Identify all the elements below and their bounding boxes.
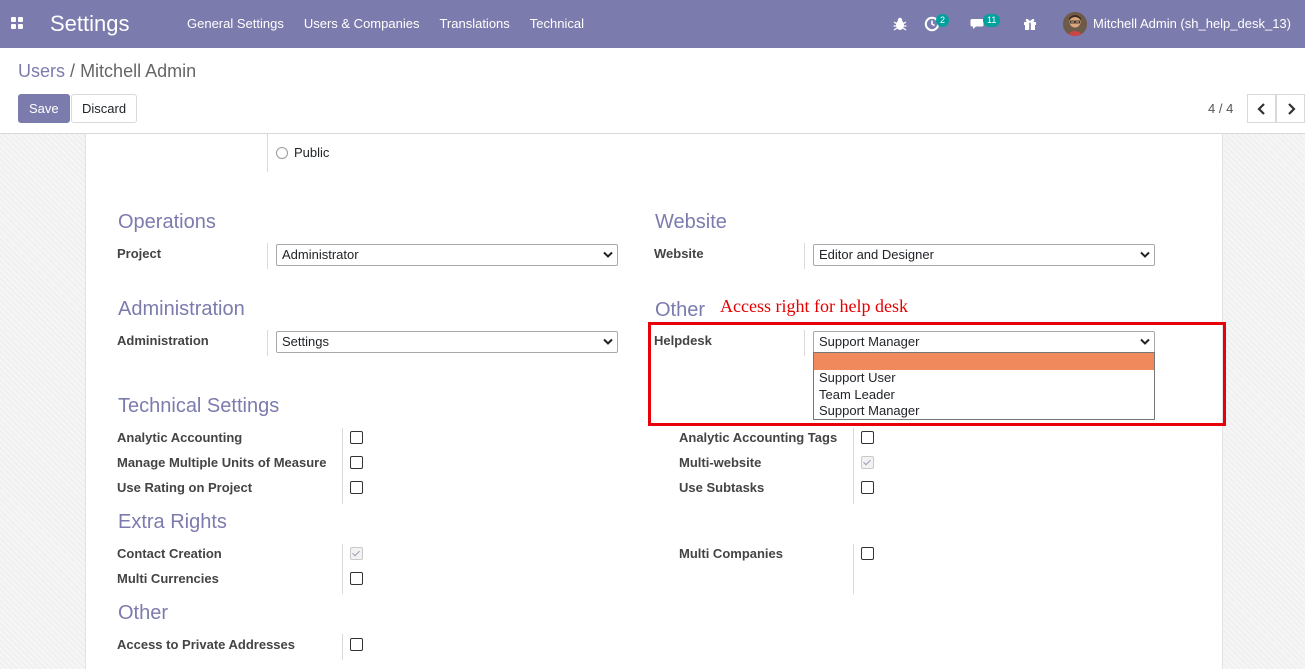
user-menu[interactable]: Mitchell Admin (sh_help_desk_13) <box>1093 0 1291 48</box>
user-avatar[interactable] <box>1063 12 1087 36</box>
technical-settings-heading: Technical Settings <box>118 395 280 417</box>
other-bottom-heading: Other <box>118 602 169 624</box>
analytic-tags-checkbox[interactable] <box>861 431 874 444</box>
field-separator <box>804 243 805 269</box>
field-separator <box>267 134 268 172</box>
contact-creation-checkbox[interactable] <box>350 547 363 560</box>
menu-translations[interactable]: Translations <box>429 0 519 48</box>
user-type-public-radio[interactable] <box>276 147 288 159</box>
project-label: Project <box>117 246 162 261</box>
use-subtasks-label: Use Subtasks <box>679 480 765 495</box>
field-separator <box>267 243 268 269</box>
extra-rights-heading: Extra Rights <box>118 511 227 533</box>
discard-button[interactable]: Discard <box>71 94 138 123</box>
website-heading: Website <box>655 211 727 233</box>
annotation-label: Access right for help desk <box>720 296 908 316</box>
website-select-value: Editor and Designer <box>819 247 934 262</box>
user-type-public-label: Public <box>294 145 330 160</box>
app-title: Settings <box>50 11 130 36</box>
project-select-value: Administrator <box>282 247 359 262</box>
website-select[interactable]: Editor and Designer <box>813 244 1155 266</box>
administration-select[interactable]: Settings <box>276 331 618 353</box>
pager-previous-button[interactable] <box>1247 94 1276 123</box>
menu-users-companies[interactable]: Users & Companies <box>294 0 430 48</box>
website-label: Website <box>654 246 704 261</box>
field-separator <box>853 428 854 504</box>
multiple-uom-label: Manage Multiple Units of Measure <box>117 455 327 470</box>
multi-companies-checkbox[interactable] <box>861 547 874 560</box>
chevron-down-icon <box>1140 251 1150 258</box>
other-heading: Other <box>655 299 706 321</box>
private-addresses-label: Access to Private Addresses <box>117 637 296 652</box>
multiple-uom-checkbox[interactable] <box>350 456 363 469</box>
annotation-highlight-box <box>648 322 1226 426</box>
chevron-right-icon <box>1288 103 1296 115</box>
messages-count-badge: 11 <box>983 14 1001 27</box>
field-separator <box>267 330 268 356</box>
gift-icon[interactable] <box>1022 16 1038 32</box>
breadcrumb: Users / Mitchell Admin <box>18 61 196 82</box>
control-panel: Users / Mitchell Admin Save Discard 4 / … <box>0 48 1305 134</box>
contact-creation-label: Contact Creation <box>117 546 222 561</box>
activity-count-badge: 2 <box>936 14 950 27</box>
multi-website-checkbox[interactable] <box>861 456 874 469</box>
menu-general-settings[interactable]: General Settings <box>177 0 294 48</box>
multi-website-label: Multi-website <box>679 455 762 470</box>
use-subtasks-checkbox[interactable] <box>861 481 874 494</box>
rating-on-project-label: Use Rating on Project <box>117 480 253 495</box>
multi-currencies-label: Multi Currencies <box>117 571 219 586</box>
breadcrumb-separator: / <box>70 61 76 81</box>
administration-select-value: Settings <box>282 334 329 349</box>
field-separator <box>853 544 854 594</box>
field-separator <box>342 428 343 504</box>
chevron-down-icon <box>603 338 613 345</box>
apps-menu-icon[interactable] <box>11 17 25 31</box>
project-select[interactable]: Administrator <box>276 244 618 266</box>
chevron-left-icon <box>1257 103 1265 115</box>
multi-currencies-checkbox[interactable] <box>350 572 363 585</box>
chevron-down-icon <box>603 251 613 258</box>
pager-next-button[interactable] <box>1276 94 1305 123</box>
operations-heading: Operations <box>118 211 216 233</box>
analytic-tags-label: Analytic Accounting Tags <box>679 430 838 445</box>
menu-technical[interactable]: Technical <box>520 0 594 48</box>
analytic-accounting-checkbox[interactable] <box>350 431 363 444</box>
multi-companies-label: Multi Companies <box>679 546 784 561</box>
private-addresses-checkbox[interactable] <box>350 638 363 651</box>
analytic-accounting-label: Analytic Accounting <box>117 430 243 445</box>
field-separator <box>342 544 343 594</box>
breadcrumb-current: Mitchell Admin <box>80 61 197 81</box>
bug-icon[interactable] <box>892 16 908 32</box>
breadcrumb-users-link[interactable]: Users <box>18 61 65 81</box>
field-separator <box>342 634 343 660</box>
administration-label: Administration <box>117 333 209 348</box>
rating-on-project-checkbox[interactable] <box>350 481 363 494</box>
pager-value: 4 / 4 <box>1208 101 1234 116</box>
top-navbar: Settings General Settings Users & Compan… <box>0 0 1305 48</box>
administration-heading: Administration <box>118 298 245 320</box>
save-button[interactable]: Save <box>18 94 70 123</box>
main-menu: General Settings Users & Companies Trans… <box>177 0 594 48</box>
